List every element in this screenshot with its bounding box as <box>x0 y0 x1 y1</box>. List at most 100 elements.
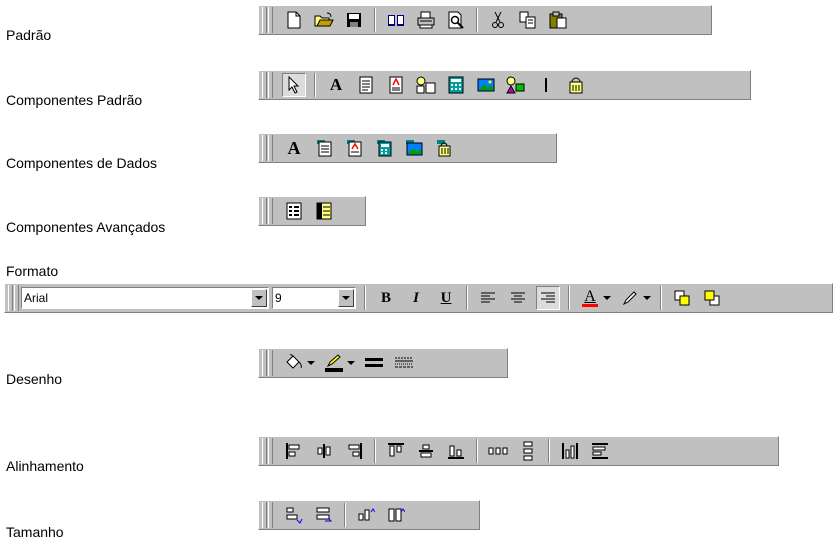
align-right-edges-icon[interactable] <box>342 439 366 463</box>
line-style-icon[interactable] <box>392 351 416 375</box>
align-vertical-centers-icon[interactable] <box>414 439 438 463</box>
bold-button[interactable]: B <box>374 286 398 310</box>
align-left-icon[interactable] <box>476 286 500 310</box>
shape-icon[interactable] <box>504 73 528 97</box>
bold-glyph: B <box>380 289 391 306</box>
print-icon[interactable] <box>414 8 438 32</box>
toolbar-separator <box>374 439 376 463</box>
toolbar-grip[interactable] <box>262 438 267 464</box>
toolbar-separator <box>344 503 346 527</box>
toolbar-grip[interactable] <box>268 502 273 528</box>
barcode-bag-icon[interactable] <box>564 73 588 97</box>
align-to-band-vertical-icon[interactable] <box>588 439 612 463</box>
font-color-glyph: A <box>584 288 596 305</box>
sub-report-icon[interactable] <box>282 199 306 223</box>
grow-width-icon[interactable] <box>312 503 336 527</box>
underline-button[interactable]: U <box>434 286 458 310</box>
label-glyph: A <box>329 75 343 94</box>
chevron-down-icon[interactable] <box>306 351 316 375</box>
toolbar-grip[interactable] <box>268 72 273 98</box>
new-document-icon[interactable] <box>282 8 306 32</box>
line-width-icon[interactable] <box>362 351 386 375</box>
db-rich-text-icon[interactable] <box>342 136 366 160</box>
toolbar-desenho <box>258 348 508 378</box>
chevron-down-icon[interactable] <box>346 351 356 375</box>
toolbar-separator <box>660 286 662 310</box>
toolbar-grip[interactable] <box>8 285 13 311</box>
rich-text-icon[interactable] <box>384 73 408 97</box>
font-name-value: Arial <box>24 291 49 305</box>
db-calc-icon[interactable] <box>372 136 396 160</box>
toolbar-grip[interactable] <box>268 135 273 161</box>
toolbar-alinhamento <box>258 436 779 466</box>
toolbar-grip[interactable] <box>268 198 273 224</box>
db-barcode-icon[interactable] <box>432 136 456 160</box>
toolbar-grip[interactable] <box>268 350 273 376</box>
open-folder-icon[interactable] <box>312 8 336 32</box>
toolbar-componentes-padrao: A <box>258 70 751 100</box>
font-name-select[interactable]: Arial <box>21 287 269 309</box>
toolbar-grip[interactable] <box>268 7 273 33</box>
system-data-icon[interactable] <box>414 73 438 97</box>
toolbar-separator <box>548 439 550 463</box>
memo-icon[interactable] <box>354 73 378 97</box>
toolbar-grip[interactable] <box>14 285 19 311</box>
align-horizontal-centers-icon[interactable] <box>312 439 336 463</box>
print-preview-icon[interactable] <box>444 8 468 32</box>
toolbar-separator <box>364 286 366 310</box>
toolbar-grip[interactable] <box>268 438 273 464</box>
space-vertically-icon[interactable] <box>516 439 540 463</box>
db-memo-icon[interactable] <box>312 136 336 160</box>
paste-icon[interactable] <box>546 8 570 32</box>
copy-icon[interactable] <box>516 8 540 32</box>
toolbar-grip[interactable] <box>262 7 267 33</box>
toolbar-label-padrao: Padrão <box>6 27 52 43</box>
child-band-icon[interactable] <box>312 199 336 223</box>
line-color-swatch <box>325 368 343 372</box>
bring-to-front-icon[interactable] <box>670 286 694 310</box>
vertical-line-icon[interactable] <box>534 73 558 97</box>
grow-height-to-largest-icon[interactable] <box>354 503 378 527</box>
align-tops-icon[interactable] <box>384 439 408 463</box>
open-report-book-icon[interactable] <box>384 8 408 32</box>
fill-color-bucket-icon[interactable] <box>282 351 306 375</box>
align-left-edges-icon[interactable] <box>282 439 306 463</box>
chevron-down-icon[interactable] <box>338 289 354 307</box>
toolbar-grip[interactable] <box>262 502 267 528</box>
toolbar-grip[interactable] <box>262 135 267 161</box>
align-right-icon[interactable] <box>536 286 560 310</box>
toolbar-padrao <box>258 5 712 35</box>
line-color-pen-icon[interactable] <box>322 351 346 375</box>
align-center-icon[interactable] <box>506 286 530 310</box>
db-text-icon[interactable]: A <box>282 136 306 160</box>
font-color-swatch <box>582 304 598 307</box>
italic-button[interactable]: I <box>404 286 428 310</box>
space-horizontally-icon[interactable] <box>486 439 510 463</box>
chevron-down-icon[interactable] <box>251 289 267 307</box>
highlight-pen-icon[interactable] <box>618 286 642 310</box>
chevron-down-icon[interactable] <box>602 286 612 310</box>
select-pointer-icon[interactable] <box>282 73 306 97</box>
grow-height-icon[interactable] <box>384 503 408 527</box>
toolbar-label-desenho: Desenho <box>6 371 63 387</box>
toolbar-grip[interactable] <box>262 350 267 376</box>
image-icon[interactable] <box>474 73 498 97</box>
save-icon[interactable] <box>342 8 366 32</box>
align-to-band-horizontal-icon[interactable] <box>558 439 582 463</box>
toolbar-label-componentes-padrao: Componentes Padrão <box>6 92 143 108</box>
db-image-icon[interactable] <box>402 136 426 160</box>
shrink-width-icon[interactable] <box>282 503 306 527</box>
calculated-field-icon[interactable] <box>444 73 468 97</box>
font-color-button[interactable]: A <box>578 286 602 310</box>
db-text-glyph: A <box>287 137 301 158</box>
send-to-back-icon[interactable] <box>700 286 724 310</box>
cut-icon[interactable] <box>486 8 510 32</box>
align-bottoms-icon[interactable] <box>444 439 468 463</box>
toolbar-separator <box>476 8 478 32</box>
font-size-select[interactable]: 9 <box>272 287 356 309</box>
toolbar-grip[interactable] <box>262 198 267 224</box>
label-text-icon[interactable]: A <box>324 73 348 97</box>
chevron-down-icon[interactable] <box>642 286 652 310</box>
toolbar-componentes-dados: A <box>258 133 557 163</box>
toolbar-grip[interactable] <box>262 72 267 98</box>
